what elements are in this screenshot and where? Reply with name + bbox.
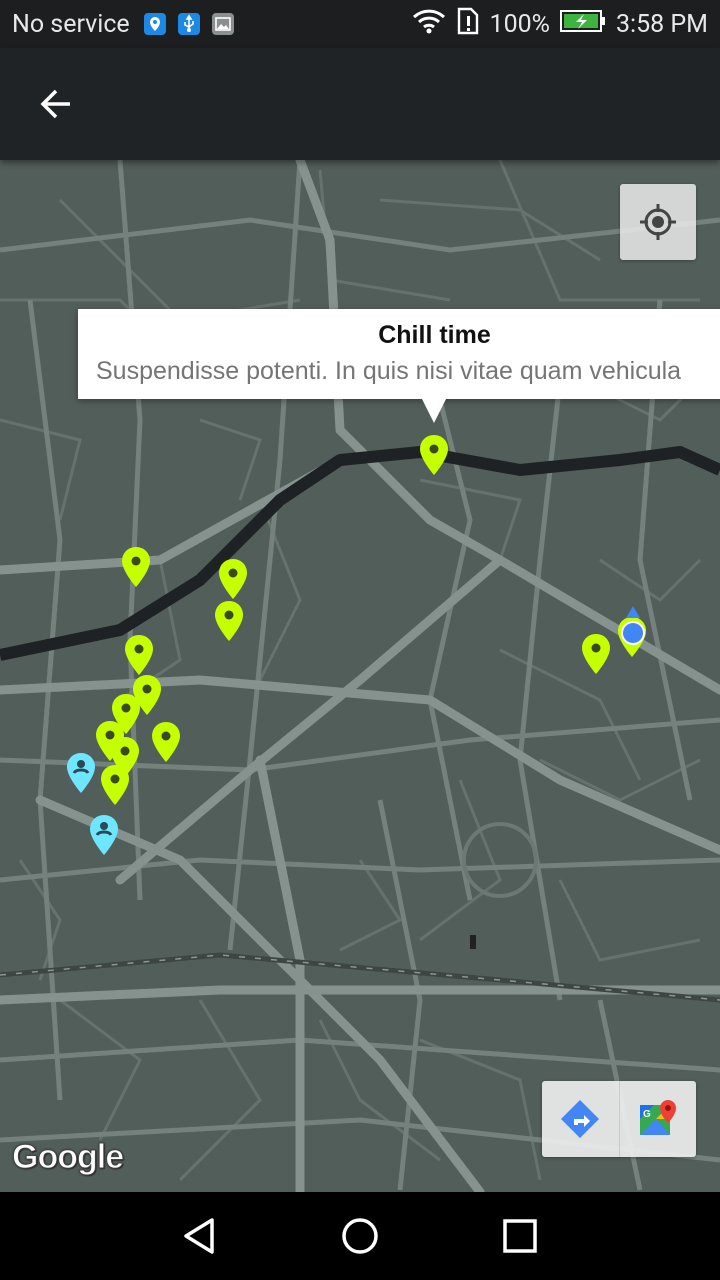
clock: 3:58 PM <box>615 9 708 39</box>
info-window-title: Chill time <box>378 321 491 349</box>
my-location-dot-icon <box>621 606 645 645</box>
map-marker-green[interactable] <box>124 634 154 676</box>
map-marker-green[interactable] <box>121 546 151 588</box>
home-circle-icon <box>342 1218 378 1254</box>
my-location-button[interactable] <box>620 184 696 260</box>
nav-home-button[interactable] <box>300 1192 420 1280</box>
map-marker-blue[interactable] <box>89 814 119 856</box>
directions-button[interactable] <box>542 1081 619 1157</box>
nav-back-button[interactable] <box>140 1192 260 1280</box>
status-left: No service <box>12 0 234 48</box>
map-view[interactable]: Chill time Suspendisse potenti. In quis … <box>0 160 720 1192</box>
back-triangle-icon <box>184 1218 214 1254</box>
recents-square-icon <box>503 1219 537 1253</box>
wifi-icon <box>412 8 446 41</box>
map-marker-blue[interactable] <box>66 752 96 794</box>
marker-info-window[interactable]: Chill time Suspendisse potenti. In quis … <box>78 309 720 423</box>
map-marker-green[interactable] <box>419 434 449 476</box>
usb-icon <box>177 13 200 35</box>
back-button[interactable] <box>22 78 90 130</box>
navigation-bar <box>0 1192 720 1280</box>
status-bar: No service 100% 3:58 PM <box>0 0 720 48</box>
map-toolbar: G <box>542 1081 696 1157</box>
map-marker-green[interactable] <box>218 558 248 600</box>
map-marker-green[interactable] <box>581 633 611 675</box>
map-marker-green[interactable] <box>151 721 181 763</box>
arrow-back-icon <box>40 89 70 119</box>
nav-recents-button[interactable] <box>460 1192 580 1280</box>
app-bar <box>0 48 720 160</box>
carrier-label: No service <box>12 9 130 39</box>
info-window-snippet: Suspendisse potenti. In quis nisi vitae … <box>96 357 682 385</box>
crosshair-icon <box>640 204 676 240</box>
google-maps-icon: G <box>639 1100 676 1135</box>
directions-icon <box>561 1100 600 1138</box>
battery-percent: 100% <box>489 9 550 39</box>
image-icon <box>211 13 234 35</box>
open-google-maps-button[interactable]: G <box>618 1081 697 1157</box>
map-marker-green[interactable] <box>100 764 130 806</box>
battery-charging-icon <box>559 9 606 40</box>
sim-alert-icon <box>456 7 480 42</box>
map-marker-green[interactable] <box>214 600 244 642</box>
status-right: 100% 3:58 PM <box>412 0 708 48</box>
location-notification-icon <box>143 13 166 35</box>
svg-text:G: G <box>643 1109 651 1120</box>
google-attribution-logo: Google <box>11 1138 124 1177</box>
